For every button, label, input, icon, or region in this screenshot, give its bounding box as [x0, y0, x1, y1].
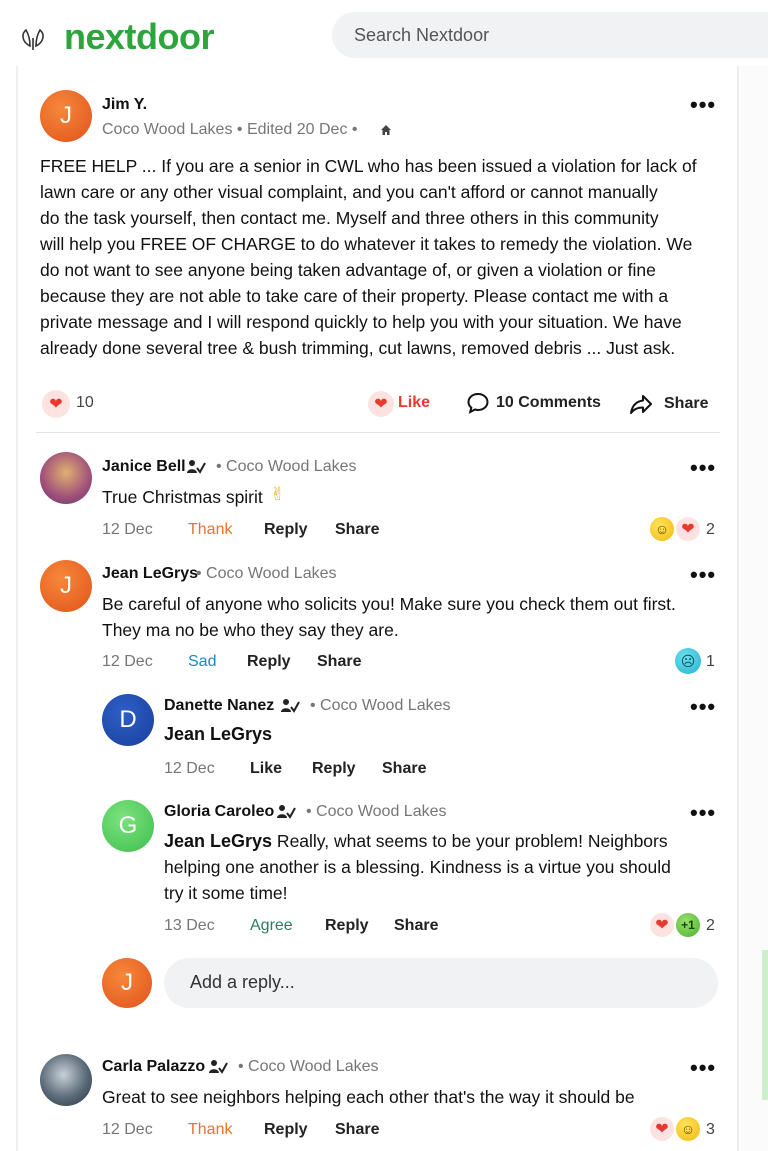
- comment-date: 12 Dec: [102, 653, 153, 670]
- avatar[interactable]: J: [102, 958, 152, 1008]
- comment-more-button[interactable]: •••: [690, 455, 716, 481]
- post-body-line: do not want to see anyone being taken ad…: [40, 260, 656, 280]
- thank-button[interactable]: Thank: [188, 521, 232, 539]
- post-more-button[interactable]: •••: [690, 92, 716, 118]
- comment-text-line: They ma no be who they say they are.: [102, 620, 399, 640]
- comment-more-button[interactable]: •••: [690, 694, 716, 720]
- nextdoor-logo[interactable]: nextdoor: [64, 16, 215, 58]
- sad-reaction-icon[interactable]: ☹: [675, 648, 701, 674]
- comment-text-line: helping one another is a blessing. Kindn…: [164, 857, 671, 877]
- smile-reaction-icon[interactable]: ☺: [650, 517, 674, 541]
- post-author[interactable]: Jim Y.: [102, 96, 147, 114]
- post-body-line: private message and I will respond quick…: [40, 312, 682, 332]
- reply-button[interactable]: Reply: [325, 917, 369, 935]
- comment-date: 12 Dec: [102, 521, 153, 538]
- comment-author[interactable]: Carla Palazzo: [102, 1058, 205, 1076]
- search-bar[interactable]: Search Nextdoor: [332, 12, 768, 58]
- verified-neighbor-icon: [187, 460, 206, 474]
- post-body-line: lawn care or any other visual complaint,…: [40, 182, 658, 202]
- reaction-count[interactable]: 2: [706, 917, 715, 935]
- post-body-line: do the task yourself, then contact me. M…: [40, 208, 659, 228]
- thank-button[interactable]: Thank: [188, 1121, 232, 1139]
- mention-link[interactable]: Jean LeGrys: [164, 831, 272, 851]
- comment-text-line: Jean LeGrys Really, what seems to be you…: [164, 831, 668, 851]
- share-icon[interactable]: [629, 392, 653, 416]
- like-heart-icon[interactable]: ❤: [368, 391, 394, 417]
- like-button[interactable]: Like: [398, 394, 430, 412]
- comment-more-button[interactable]: •••: [690, 1055, 716, 1081]
- comment-text-line: Be careful of anyone who solicits you! M…: [102, 594, 676, 614]
- reply-button[interactable]: Reply: [264, 1121, 308, 1139]
- comment-author[interactable]: Jean LeGrys: [102, 565, 198, 583]
- heart-reaction-icon[interactable]: ❤: [676, 517, 700, 541]
- share-button[interactable]: Share: [382, 760, 426, 778]
- avatar[interactable]: D: [102, 694, 154, 746]
- share-button[interactable]: Share: [394, 917, 438, 935]
- reply-button[interactable]: Reply: [312, 760, 356, 778]
- verified-neighbor-icon: [209, 1060, 228, 1074]
- comment-date: 13 Dec: [164, 917, 215, 934]
- comment-neighborhood: • Coco Wood Lakes: [196, 565, 337, 582]
- heart-reaction-icon[interactable]: ❤: [42, 390, 70, 418]
- comment-date: 12 Dec: [102, 1121, 153, 1138]
- reaction-count[interactable]: 1: [706, 653, 715, 671]
- share-button[interactable]: Share: [664, 395, 708, 413]
- clapping-hands-icon: ✌: [270, 484, 286, 504]
- post-meta: Coco Wood Lakes • Edited 20 Dec •: [102, 121, 358, 138]
- comment-neighborhood: • Coco Wood Lakes: [238, 1058, 379, 1075]
- comment-neighborhood: • Coco Wood Lakes: [310, 697, 451, 714]
- comment-more-button[interactable]: •••: [690, 562, 716, 588]
- verified-neighbor-icon: [277, 805, 296, 819]
- comment-neighborhood: • Coco Wood Lakes: [216, 458, 357, 475]
- post-body-line: because they are not able to take care o…: [40, 286, 669, 306]
- reply-placeholder: Add a reply...: [190, 972, 295, 992]
- search-input[interactable]: Search Nextdoor: [354, 25, 489, 46]
- reaction-count[interactable]: 3: [706, 1121, 715, 1139]
- agree-button[interactable]: Agree: [250, 917, 293, 935]
- post-body-line: already done several tree & bush trimmin…: [40, 338, 676, 358]
- avatar[interactable]: G: [102, 800, 154, 852]
- top-bar: nextdoor Search Nextdoor: [0, 0, 768, 68]
- reaction-count[interactable]: 2: [706, 521, 715, 539]
- reply-input[interactable]: Add a reply...: [164, 958, 718, 1008]
- comment-more-button[interactable]: •••: [690, 800, 716, 826]
- sad-button[interactable]: Sad: [188, 653, 216, 671]
- comment-author[interactable]: Janice Bell: [102, 458, 186, 476]
- comment-date: 12 Dec: [164, 760, 215, 777]
- verified-neighbor-icon: [281, 699, 300, 713]
- home-icon: [381, 125, 391, 135]
- comment-neighborhood: • Coco Wood Lakes: [306, 803, 447, 820]
- share-button[interactable]: Share: [317, 653, 361, 671]
- comment-author[interactable]: Danette Nanez: [164, 697, 274, 715]
- like-button[interactable]: Like: [250, 760, 282, 778]
- comment-icon[interactable]: [466, 391, 490, 415]
- comment-author[interactable]: Gloria Caroleo: [164, 803, 274, 821]
- reaction-count[interactable]: 10: [76, 394, 94, 412]
- reply-button[interactable]: Reply: [247, 653, 291, 671]
- share-button[interactable]: Share: [335, 521, 379, 539]
- post-body-line: FREE HELP ... If you are a senior in CWL…: [40, 156, 697, 176]
- divider: [36, 432, 720, 433]
- avatar[interactable]: [40, 452, 92, 504]
- feed-border-left: [16, 66, 18, 1151]
- right-sidebar-accent: [762, 950, 768, 1100]
- feed-border-right: [737, 66, 739, 1151]
- comments-button[interactable]: 10 Comments: [496, 394, 601, 412]
- heart-reaction-icon[interactable]: ❤: [650, 913, 674, 937]
- reply-button[interactable]: Reply: [264, 521, 308, 539]
- mention-link[interactable]: Jean LeGrys: [164, 724, 272, 745]
- heart-reaction-icon[interactable]: ❤: [650, 1117, 674, 1141]
- smile-reaction-icon[interactable]: ☺: [676, 1117, 700, 1141]
- avatar[interactable]: [40, 1054, 92, 1106]
- comment-text: True Christmas spirit: [102, 487, 263, 507]
- nextdoor-leaf-icon: [22, 28, 44, 50]
- comment-text: Great to see neighbors helping each othe…: [102, 1087, 635, 1107]
- share-button[interactable]: Share: [335, 1121, 379, 1139]
- avatar[interactable]: J: [40, 560, 92, 612]
- avatar[interactable]: J: [40, 90, 92, 142]
- plus-one-reaction-icon[interactable]: +1: [676, 913, 700, 937]
- post-body-line: will help you FREE OF CHARGE to do whate…: [40, 234, 693, 254]
- comment-text-line: try it some time!: [164, 883, 288, 903]
